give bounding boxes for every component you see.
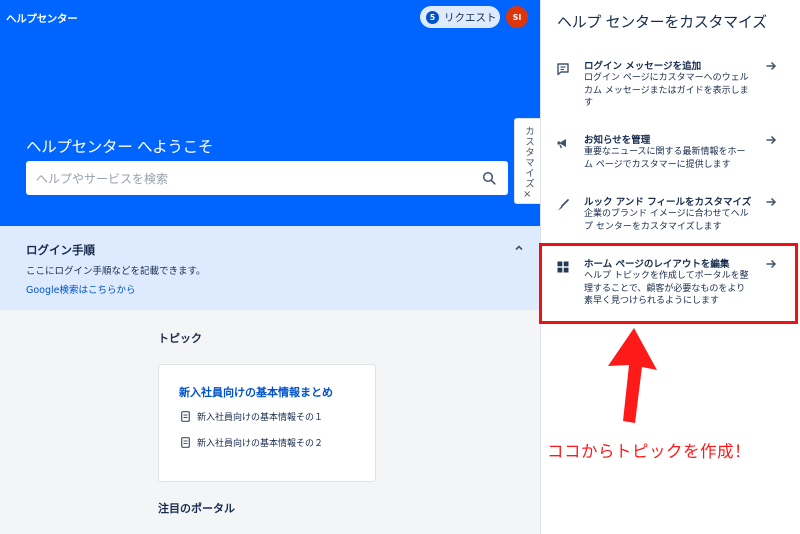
annotation-callout: ココからトピックを作成！ xyxy=(547,442,751,461)
option-description: 企業のブランド イメージに合わせてヘルプ センターをカスタマイズします xyxy=(584,209,749,232)
login-instructions-title: ログイン手順 xyxy=(26,243,95,257)
requests-button[interactable]: 5 リクエスト xyxy=(420,6,500,28)
request-count-badge: 5 xyxy=(426,10,439,24)
customize-tab[interactable]: カスタマイズ × xyxy=(514,118,540,204)
document-icon xyxy=(181,437,190,448)
search-placeholder: ヘルプやサービスを検索 xyxy=(36,171,169,186)
close-icon[interactable]: × xyxy=(523,189,531,200)
brand-name[interactable]: ヘルプセンター xyxy=(6,11,78,26)
topic-card-title[interactable]: 新入社員向けの基本情報まとめ xyxy=(179,384,333,400)
topic-article-item[interactable]: 新入社員向けの基本情報その２ xyxy=(181,436,323,449)
page-title: ヘルプセンター へようこそ xyxy=(26,138,214,156)
google-search-link[interactable]: Google検索はこちらから xyxy=(26,282,136,296)
option-title: ルック アンド フィールをカスタマイズ xyxy=(584,197,752,208)
topic-card[interactable]: 新入社員向けの基本情報まとめ 新入社員向けの基本情報その１ 新入社員向けの基本情… xyxy=(158,364,376,482)
highlight-box xyxy=(539,243,798,324)
topic-article-label: 新入社員向けの基本情報その２ xyxy=(197,439,324,449)
login-instructions-text: ここにログイン手順などを記載できます。 xyxy=(26,266,206,277)
panel-title: ヘルプ センターをカスタマイズ xyxy=(557,13,767,31)
brush-icon xyxy=(558,199,569,211)
topics-heading: トピック xyxy=(158,332,202,345)
login-instructions-panel: ログイン手順 ここにログイン手順などを記載できます。 Google検索はこちらか… xyxy=(0,226,540,310)
option-title: お知らせを管理 xyxy=(584,135,651,146)
search-input[interactable]: ヘルプやサービスを検索 xyxy=(26,161,508,195)
option-description: 重要なニュースに関する最新情報をホーム ページでカスタマーに提供します xyxy=(584,147,746,170)
customize-tab-label: カスタマイズ xyxy=(523,126,534,189)
megaphone-icon xyxy=(557,139,566,149)
hero-banner: ヘルプセンター 5 リクエスト SI ヘルプセンター へようこそ ヘルプやサービ… xyxy=(0,0,540,226)
option-title: ログイン メッセージを追加 xyxy=(584,61,702,72)
red-arrow-annotation xyxy=(608,328,657,423)
search-icon[interactable] xyxy=(482,171,496,185)
arrow-right-icon[interactable] xyxy=(765,60,777,72)
option-description: ログイン ページにカスタマーへのウェルカム メッセージまたはガイドを表示します xyxy=(584,73,749,108)
arrow-right-icon[interactable] xyxy=(765,134,777,146)
topic-article-label: 新入社員向けの基本情報その１ xyxy=(197,413,324,423)
requests-label: リクエスト xyxy=(444,11,497,24)
topic-article-item[interactable]: 新入社員向けの基本情報その１ xyxy=(181,410,323,423)
avatar[interactable]: SI xyxy=(506,6,528,28)
document-icon xyxy=(181,411,190,422)
help-center-portal: ヘルプセンター 5 リクエスト SI ヘルプセンター へようこそ ヘルプやサービ… xyxy=(0,0,540,534)
featured-portals-heading: 注目のポータル xyxy=(158,502,235,515)
comment-icon xyxy=(557,63,569,76)
chevron-up-icon[interactable] xyxy=(514,243,524,253)
arrow-right-icon[interactable] xyxy=(765,196,777,208)
